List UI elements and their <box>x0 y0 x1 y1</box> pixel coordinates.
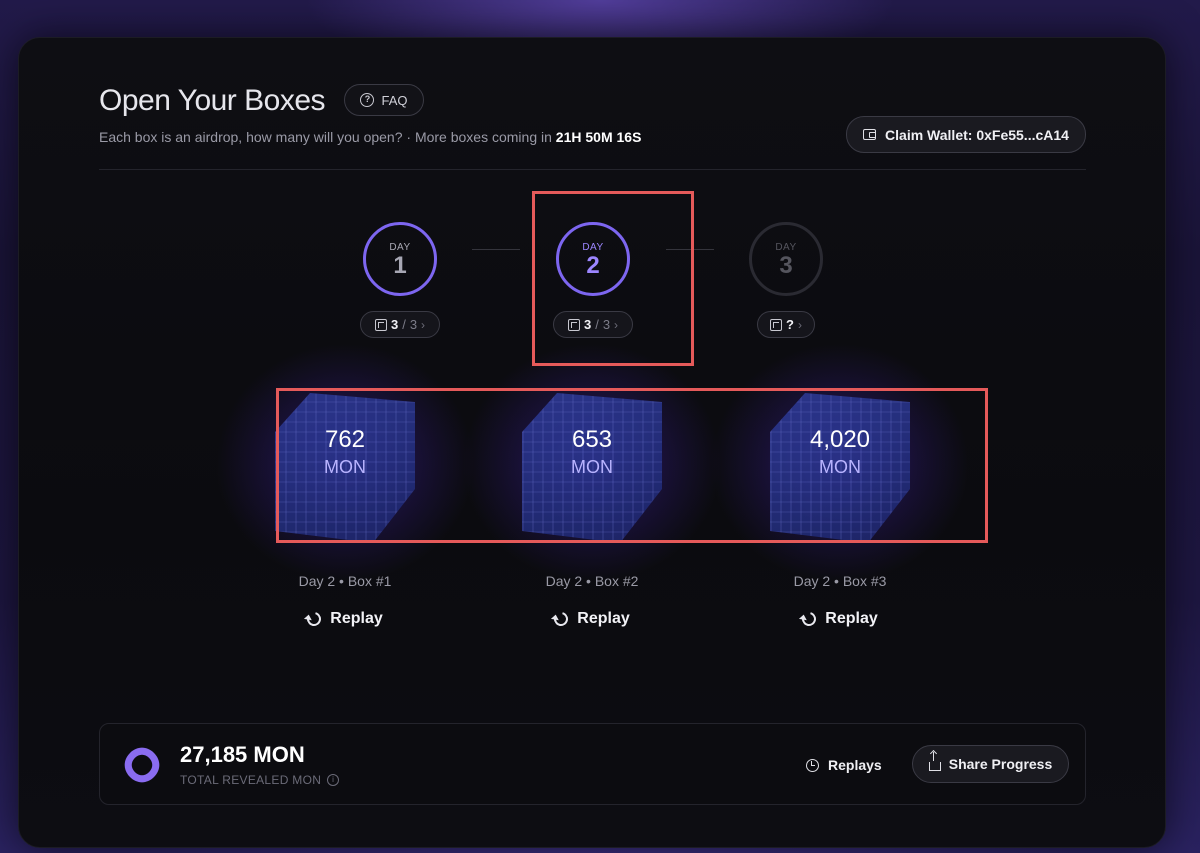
replay-icon <box>304 609 324 629</box>
monad-logo-icon <box>124 747 160 783</box>
day-1-label: DAY <box>389 241 411 253</box>
faq-label: FAQ <box>381 92 408 108</box>
summary-footer: 27,185 MON TOTAL REVEALED MON i Replays … <box>99 723 1086 805</box>
day-3-label: DAY <box>775 241 797 253</box>
chevron-right-icon: › <box>797 317 802 332</box>
cube-icon <box>770 318 783 331</box>
replay-icon <box>551 609 571 629</box>
day-1-box-count[interactable]: 3 / 3 › <box>360 311 440 338</box>
history-icon <box>806 758 819 772</box>
box-1-replay-button[interactable]: Replay <box>275 609 415 629</box>
day-1-number: 1 <box>393 251 407 279</box>
total-revealed-value: 27,185 MON <box>180 742 305 767</box>
replays-button[interactable]: Replays <box>806 750 882 780</box>
claim-wallet-label: Claim Wallet: 0xFe55...cA14 <box>885 126 1069 143</box>
day-1-circle[interactable]: DAY 1 <box>363 222 437 296</box>
total-revealed-caption: TOTAL REVEALED MON i <box>180 773 340 787</box>
question-circle-icon: ? <box>360 93 375 107</box>
subtitle-text: Each box is an airdrop, how many will yo… <box>99 129 552 145</box>
day-1-total: 3 <box>409 317 418 332</box>
day-3-box-count: ? › <box>757 311 815 338</box>
info-icon[interactable]: i <box>327 774 340 786</box>
day-3-circle: DAY 3 <box>749 222 823 296</box>
wallet-icon <box>863 129 877 140</box>
box-3-replay-button[interactable]: Replay <box>770 609 910 629</box>
page-subtitle: Each box is an airdrop, how many will yo… <box>99 129 641 145</box>
share-progress-label: Share Progress <box>948 756 1053 772</box>
highlight-day-2 <box>532 191 694 366</box>
day-3-step: DAY 3 <box>749 222 823 296</box>
box-2-replay-button[interactable]: Replay <box>522 609 662 629</box>
replay-label: Replay <box>577 610 630 627</box>
box-3-caption: Day 2 • Box #3 <box>793 573 887 589</box>
replay-label: Replay <box>330 610 383 627</box>
chevron-right-icon: › <box>421 317 426 332</box>
replay-label: Replay <box>825 610 878 627</box>
step-connector <box>472 249 520 250</box>
cube-icon <box>374 318 387 331</box>
day-3-number: 3 <box>779 251 793 279</box>
countdown-timer: 21H 50M 16S <box>555 129 642 145</box>
day-1-step[interactable]: DAY 1 <box>363 222 437 296</box>
share-icon <box>928 752 941 771</box>
faq-button[interactable]: ? FAQ <box>344 84 424 116</box>
replays-label: Replays <box>828 757 882 773</box>
box-2-caption: Day 2 • Box #2 <box>545 573 639 589</box>
page-title: Open Your Boxes <box>99 84 326 117</box>
share-progress-button[interactable]: Share Progress <box>912 745 1069 783</box>
day-1-opened: 3 <box>390 317 399 332</box>
box-1-caption: Day 2 • Box #1 <box>298 573 392 589</box>
total-revealed-label: TOTAL REVEALED MON <box>180 773 322 787</box>
highlight-boxes <box>276 388 988 543</box>
day-1-separator: / <box>402 317 406 332</box>
main-panel: Open Your Boxes ? FAQ Each box is an air… <box>18 37 1166 848</box>
replay-icon <box>799 609 819 629</box>
claim-wallet-button[interactable]: Claim Wallet: 0xFe55...cA14 <box>846 116 1086 153</box>
day-3-opened: ? <box>786 317 794 332</box>
header-divider <box>99 169 1086 170</box>
